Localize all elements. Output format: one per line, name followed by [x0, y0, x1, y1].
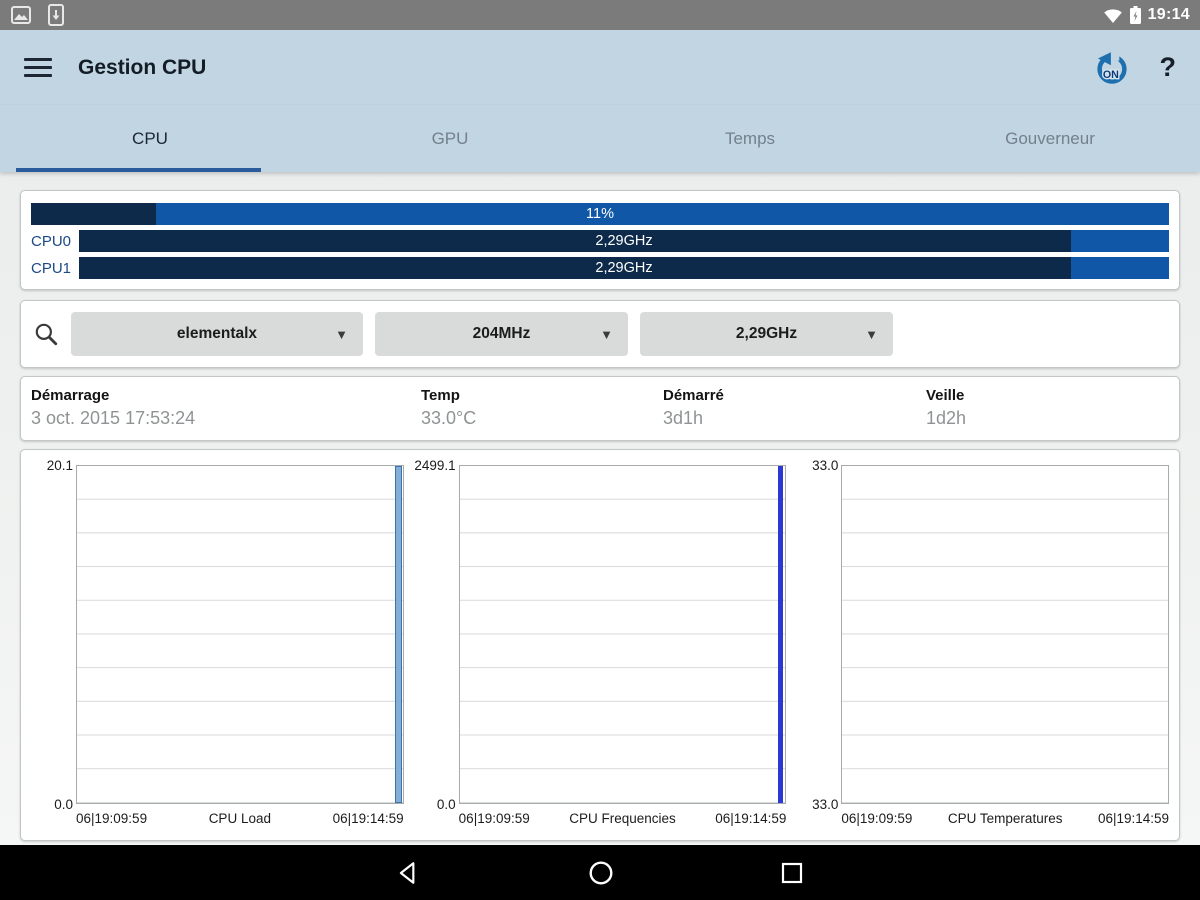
min-frequency-dropdown[interactable]: 204MHz ▼ [375, 312, 628, 356]
page-title: Gestion CPU [78, 55, 207, 79]
y-axis-max-label: 20.1 [46, 458, 73, 473]
cpu-frequency-line [778, 466, 784, 803]
tab-bar: CPU GPU Temps Gouverneur [0, 105, 1200, 172]
info-temperature: Temp 33.0°C [421, 387, 477, 428]
x-axis-end-label: 06|19:14:59 [1097, 810, 1170, 826]
x-axis-start-label: 06|19:09:59 [76, 810, 148, 826]
system-info-card: Démarrage 3 oct. 2015 17:53:24 Temp 33.0… [20, 376, 1180, 441]
apply-on-boot-icon[interactable]: ON [1094, 49, 1130, 86]
search-icon[interactable] [33, 321, 59, 347]
y-axis-max-label: 2499.1 [414, 458, 456, 473]
cpu-frequencies-plot-area [458, 465, 787, 804]
y-axis-min-label: 0.0 [54, 797, 73, 812]
max-frequency-value: 2,29GHz [735, 325, 798, 342]
cpu-load-spike [394, 466, 402, 803]
chart-title: CPU Load [208, 810, 271, 826]
total-usage-value: 11% [586, 206, 614, 222]
chevron-down-icon: ▼ [600, 326, 613, 342]
android-screen: 19:14 Gestion CPU ON ? CPU GPU Temps Gou… [0, 0, 1200, 900]
tab-gouverneur[interactable]: Gouverneur [900, 105, 1200, 172]
cpu1-frequency-bar: 2,29GHz [79, 257, 1169, 279]
cpu0-frequency-value: 2,29GHz [595, 233, 653, 249]
android-nav-bar [0, 845, 1200, 900]
max-frequency-dropdown[interactable]: 2,29GHz ▼ [640, 312, 893, 356]
hamburger-menu-icon[interactable] [24, 58, 52, 77]
cpu1-row: CPU1 2,29GHz [31, 257, 1169, 279]
info-sleep-time: Veille 1d2h [926, 387, 967, 428]
recents-button[interactable] [780, 861, 804, 885]
governor-value: elementalx [176, 325, 258, 342]
chevron-down-icon: ▼ [865, 326, 878, 342]
x-axis-start-label: 06|19:09:59 [841, 810, 913, 826]
chevron-down-icon: ▼ [335, 326, 348, 342]
governor-dropdown[interactable]: elementalx ▼ [71, 312, 363, 356]
info-boot-time: Démarrage 3 oct. 2015 17:53:24 [31, 387, 196, 428]
total-usage-row: 11% [31, 203, 1169, 225]
home-button[interactable] [588, 860, 614, 886]
cpu0-frequency-bar: 2,29GHz [79, 230, 1169, 252]
tab-temps[interactable]: Temps [600, 105, 900, 172]
chart-title: CPU Temperatures [947, 810, 1063, 826]
cpu0-row: CPU0 2,29GHz [31, 230, 1169, 252]
y-axis-max-label: 33.0 [812, 458, 839, 473]
status-notification-icons [10, 4, 65, 26]
help-button[interactable]: ? [1160, 54, 1177, 81]
cpu0-label: CPU0 [31, 232, 72, 250]
cpu1-frequency-value: 2,29GHz [595, 260, 653, 276]
chart-title: CPU Frequencies [569, 810, 676, 826]
tab-cpu[interactable]: CPU [0, 105, 300, 172]
tab-gpu[interactable]: GPU [300, 105, 600, 172]
cpu1-label: CPU1 [31, 259, 72, 277]
y-axis-min-label: 33.0 [812, 797, 839, 812]
frequency-settings-card: elementalx ▼ 204MHz ▼ 2,29GHz ▼ [20, 300, 1180, 368]
clock: 19:14 [1147, 6, 1190, 23]
wifi-icon [1103, 8, 1122, 23]
min-frequency-value: 204MHz [472, 325, 531, 342]
back-icon [399, 861, 415, 884]
back-button[interactable] [396, 860, 422, 886]
main-content: 11% CPU0 2,29GHz CPU1 2,29GHz elementalx… [0, 172, 1200, 845]
cpu-temperatures-chart: 33.0 33.0 06|19:09:59 CPU Temperatures 0… [786, 458, 1170, 832]
screenshot-notification-icon [11, 6, 31, 24]
svg-text:ON: ON [1102, 69, 1118, 81]
battery-charging-icon [1129, 6, 1141, 24]
cpu-temperatures-plot-area [841, 465, 1170, 804]
cpu-load-plot-area [76, 465, 404, 804]
download-notification-icon [48, 4, 64, 26]
x-axis-end-label: 06|19:14:59 [715, 810, 787, 826]
y-axis-min-label: 0.0 [436, 797, 456, 812]
cpu-load-chart: 20.1 0.0 06|19:09:59 CPU Load 06|19:14:5… [21, 458, 404, 832]
cpu-frequencies-chart: 2499.1 0.0 06|19:09:59 CPU Frequencies 0… [404, 458, 787, 832]
app-bar: Gestion CPU ON ? [0, 30, 1200, 105]
recents-icon [781, 862, 803, 883]
charts-card: 20.1 0.0 06|19:09:59 CPU Load 06|19:14:5… [20, 449, 1180, 841]
status-system-icons: 19:14 [1103, 6, 1190, 24]
total-usage-bar: 11% [31, 203, 1169, 225]
cpu-usage-card: 11% CPU0 2,29GHz CPU1 2,29GHz [20, 190, 1180, 290]
home-icon [589, 861, 613, 884]
x-axis-start-label: 06|19:09:59 [458, 810, 530, 826]
info-uptime: Démarré 3d1h [663, 387, 724, 428]
x-axis-end-label: 06|19:14:59 [332, 810, 404, 826]
status-bar: 19:14 [0, 0, 1200, 30]
